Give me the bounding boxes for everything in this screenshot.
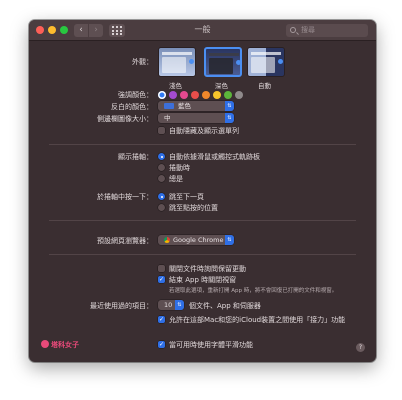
recent-items-popup[interactable]: 10 ⇅	[158, 300, 184, 310]
chevron-updown-icon: ⇅	[175, 300, 184, 310]
appearance-dark-label: 深色	[215, 82, 228, 90]
font-smoothing-label: 當可用時使用字體平滑功能	[169, 341, 253, 349]
checkmark-icon: ✓	[158, 341, 165, 348]
appearance-light-label: 淺色	[169, 82, 182, 90]
accent-color-swatch[interactable]	[235, 91, 243, 99]
highlight-color-label: 反白的顏色：	[111, 103, 153, 111]
accent-color-swatch[interactable]	[224, 91, 232, 99]
accent-color-swatch[interactable]	[158, 91, 166, 99]
chevron-updown-icon: ⇅	[225, 101, 234, 111]
recent-items-value: 10	[164, 301, 173, 309]
accent-color-swatch[interactable]	[213, 91, 221, 99]
ask-keep-changes-label: 關閉文件時詢問保留更動	[169, 265, 246, 273]
auto-hide-menubar-label: 自動隱藏及顯示選單列	[169, 127, 239, 135]
font-smoothing-checkbox[interactable]: ✓	[158, 341, 165, 348]
divider	[49, 220, 356, 221]
sidebar-icon-size-popup[interactable]: 中 ⇅	[158, 113, 234, 123]
color-swatch-icon	[164, 103, 174, 109]
sidebar-icon-size-label: 側邊欄圖像大小：	[97, 115, 153, 123]
title-bar: ‹ › 一般 搜尋	[29, 20, 376, 41]
ask-keep-changes-checkbox[interactable]	[158, 265, 165, 272]
accent-color-swatch[interactable]	[202, 91, 210, 99]
handoff-checkbox[interactable]: ✓	[158, 316, 165, 323]
auto-hide-menubar-checkbox[interactable]	[158, 127, 165, 134]
default-browser-popup[interactable]: Google Chrome ⇅	[158, 235, 234, 245]
jump-next-page-radio[interactable]	[158, 193, 165, 200]
help-button[interactable]: ?	[356, 343, 365, 352]
jump-clicked-spot-label: 跳至點按的位置	[169, 204, 218, 212]
click-scrollbar-label: 於捲軸中按一下：	[97, 193, 153, 201]
appearance-auto-option[interactable]	[247, 47, 285, 77]
recent-items-suffix: 個文件、App 和伺服器	[189, 302, 261, 310]
logo-icon	[41, 340, 49, 348]
scrollbars-always-label: 總是	[169, 175, 183, 183]
accent-color-swatch[interactable]	[180, 91, 188, 99]
sidebar-icon-size-value: 中	[164, 114, 171, 122]
highlight-color-value: 藍色	[178, 102, 191, 110]
scrollbars-always-radio[interactable]	[158, 175, 165, 182]
appearance-label: 外觀：	[132, 58, 153, 66]
accent-color-swatch[interactable]	[169, 91, 177, 99]
watermark-text: 塔科女子	[51, 341, 79, 349]
show-scrollbars-label: 顯示捲軸：	[118, 153, 153, 161]
jump-next-page-label: 跳至下一頁	[169, 193, 204, 201]
checkmark-icon: ✓	[158, 276, 165, 283]
appearance-light-option[interactable]	[158, 47, 196, 77]
close-windows-checkbox[interactable]: ✓	[158, 276, 165, 283]
chevron-updown-icon: ⇅	[225, 235, 234, 245]
accent-color-swatch[interactable]	[191, 91, 199, 99]
scrollbars-auto-label: 自動依據滑鼠或觸控式軌跡板	[169, 153, 260, 161]
search-placeholder: 搜尋	[301, 26, 315, 34]
close-windows-note: 若選取此選項，重新打開 App 時，將不會回復已打開的文件和視窗。	[169, 288, 338, 294]
close-windows-label: 結束 App 時關閉視窗	[169, 276, 237, 284]
search-icon	[290, 27, 296, 33]
default-browser-value: Google Chrome	[173, 236, 224, 244]
chevron-updown-icon: ⇅	[225, 113, 234, 123]
handoff-label: 允許在這部Mac和您的iCloud裝置之間使用「接力」功能	[169, 316, 346, 324]
chrome-icon	[164, 237, 170, 243]
default-browser-label: 預設網頁瀏覽器：	[97, 237, 153, 245]
appearance-dark-option[interactable]	[204, 47, 242, 77]
recent-items-label: 最近使用過的項目：	[90, 302, 153, 310]
checkmark-icon: ✓	[158, 316, 165, 323]
divider	[49, 144, 356, 145]
jump-clicked-spot-radio[interactable]	[158, 204, 165, 211]
scrollbars-scrolling-radio[interactable]	[158, 164, 165, 171]
divider	[49, 254, 356, 255]
preferences-window: ‹ › 一般 搜尋 外觀： 淺色 深色 自動 強調顏色： 反白的顏色： 藍色 ⇅	[29, 20, 376, 362]
scrollbars-auto-radio[interactable]	[158, 153, 165, 160]
watermark-logo: 塔科女子	[41, 340, 79, 350]
highlight-color-popup[interactable]: 藍色 ⇅	[158, 101, 234, 111]
help-label: ?	[358, 344, 363, 351]
appearance-auto-label: 自動	[258, 82, 271, 90]
scrollbars-scrolling-label: 捲動時	[169, 164, 190, 172]
accent-color-label: 強調顏色：	[118, 91, 153, 99]
search-field[interactable]: 搜尋	[286, 24, 368, 37]
